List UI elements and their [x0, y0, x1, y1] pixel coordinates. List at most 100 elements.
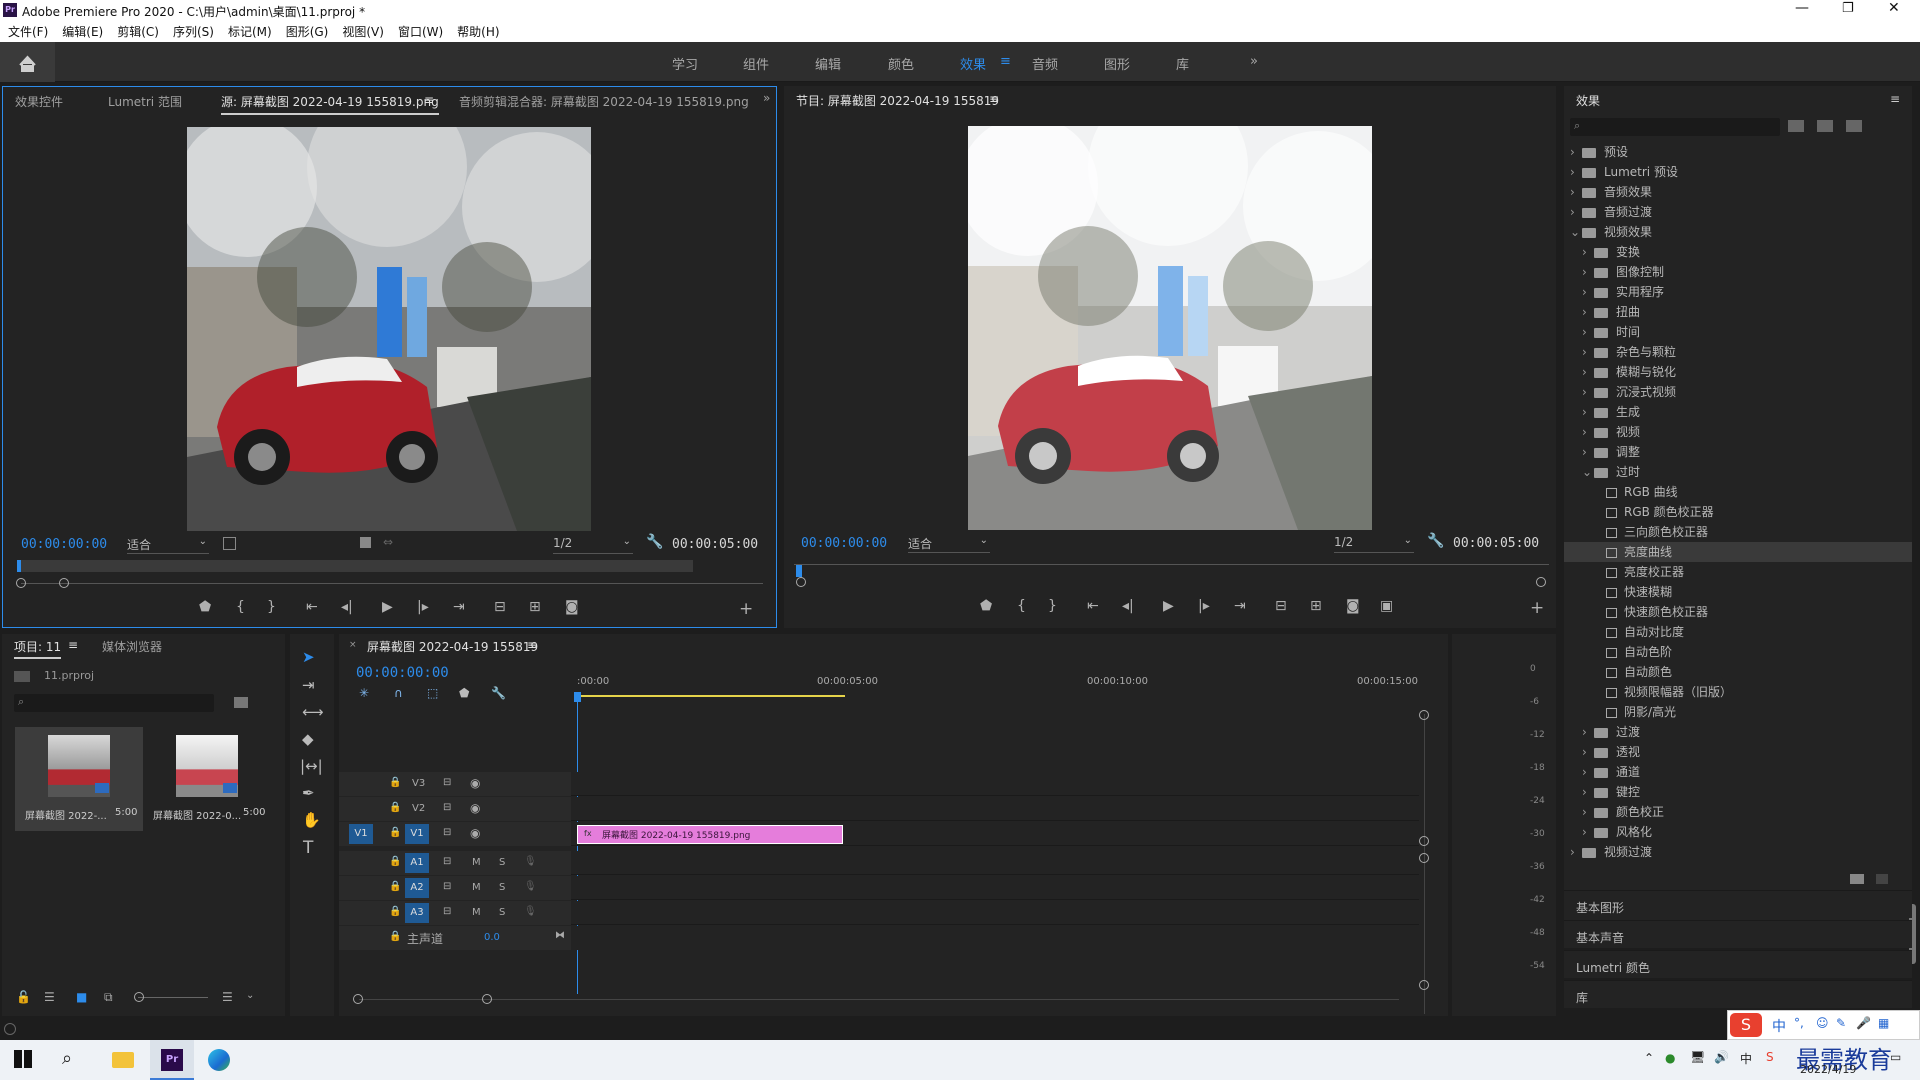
effects-tree-item[interactable]: › 扭曲 [1564, 302, 1912, 322]
sync-lock-icon[interactable]: ⊟ [443, 906, 451, 917]
effects-tree-item[interactable]: › 视频 [1564, 422, 1912, 442]
zoom-handle-right[interactable] [1536, 577, 1546, 587]
chevron-right-icon[interactable]: › [1582, 442, 1594, 462]
security-icon[interactable]: ● [1665, 1051, 1675, 1065]
solo-button[interactable]: S [499, 857, 505, 868]
sequence-timecode[interactable]: 00:00:00:00 [356, 665, 449, 681]
effects-tree-item[interactable]: 快速模糊 [1564, 582, 1912, 602]
list-view-icon[interactable]: ☰ [44, 990, 55, 1004]
close-tab-icon[interactable]: × [349, 640, 357, 650]
track-label[interactable]: A2 [405, 878, 429, 898]
overwrite-clip-icon[interactable]: ⊞ [529, 599, 541, 615]
track-a1[interactable]: 🔒 A1 ⊟ M S 🎙 [339, 851, 1419, 875]
chevron-right-icon[interactable]: › [1582, 362, 1594, 382]
sync-lock-icon[interactable]: ⊟ [443, 802, 451, 813]
menu-clip[interactable]: 剪辑(C) [109, 20, 165, 40]
menu-file[interactable]: 文件(F) [0, 20, 54, 40]
effects-tree-item[interactable]: › 风格化 [1564, 822, 1912, 842]
track-master[interactable]: 🔒 主声道 0.0 ⧓ [339, 926, 1419, 950]
add-marker-icon[interactable]: ⬟ [459, 686, 469, 700]
step-back-icon[interactable]: ◂| [341, 599, 353, 615]
track-v1[interactable]: V1 🔒 V1 ⊟ ◉ fx 屏幕截图 2022-04-19 155819.pn… [339, 822, 1419, 846]
effects-tree-item[interactable]: › 实用程序 [1564, 282, 1912, 302]
ime-indicator-icon[interactable]: 中 [1740, 1050, 1752, 1067]
lift-icon[interactable]: ⊟ [1275, 598, 1287, 614]
zoom-handle-left[interactable] [353, 994, 363, 1004]
add-button-icon[interactable]: + [739, 599, 753, 619]
32bit-effects-icon[interactable] [1817, 120, 1833, 132]
chevron-right-icon[interactable]: › [1582, 382, 1594, 402]
workspace-learn[interactable]: 学习 [672, 54, 698, 73]
effects-tree-item[interactable]: › 音频过渡 [1564, 202, 1912, 222]
zoom-handle-right[interactable] [59, 578, 69, 588]
snap-icon[interactable]: ∩ [394, 686, 403, 700]
nest-icon[interactable]: ✳ [359, 686, 369, 700]
track-select-tool-icon[interactable]: ⇥ [302, 676, 315, 694]
chevron-right-icon[interactable]: › [1582, 822, 1594, 842]
tab-program[interactable]: 节目: 屏幕截图 2022-04-19 155819 [796, 92, 999, 109]
effects-tree-item[interactable]: › 视频过渡 [1564, 842, 1912, 862]
step-back-icon[interactable]: ◂| [1122, 598, 1134, 614]
effects-tree-item[interactable]: ⌄ 过时 [1564, 462, 1912, 482]
menu-markers[interactable]: 标记(M) [220, 20, 278, 40]
effects-tree-item[interactable]: 亮度校正器 [1564, 562, 1912, 582]
panel-essential-sound[interactable]: 基本声音 [1564, 920, 1912, 948]
chevron-right-icon[interactable]: › [1570, 182, 1582, 202]
source-resolution-dropdown[interactable]: 1/2 ⌄ [553, 536, 633, 554]
show-hidden-icons-icon[interactable]: ⌃ [1644, 1051, 1654, 1065]
accelerated-effects-icon[interactable] [1788, 120, 1804, 132]
drag-video-icon[interactable]: ⇔ [383, 535, 393, 549]
workspace-graphics[interactable]: 图形 [1104, 54, 1130, 73]
solo-button[interactable]: S [499, 882, 505, 893]
step-forward-icon[interactable]: |▸ [1198, 598, 1210, 614]
insert-clip-icon[interactable]: ⊟ [494, 599, 506, 615]
lock-icon[interactable]: 🔒 [389, 906, 401, 917]
track-v2[interactable]: 🔒 V2 ⊟ ◉ [339, 797, 1419, 821]
chevron-right-icon[interactable]: › [1582, 302, 1594, 322]
solo-button[interactable]: S [499, 907, 505, 918]
chevron-right-icon[interactable]: › [1582, 402, 1594, 422]
effects-tree-item[interactable]: › 透视 [1564, 742, 1912, 762]
tab-source[interactable]: 源: 屏幕截图 2022-04-19 155819.png [221, 93, 439, 115]
go-to-out-icon[interactable]: ⇥ [453, 599, 465, 615]
program-fit-dropdown[interactable]: 适合 ⌄ [908, 535, 990, 553]
chevron-right-icon[interactable]: › [1582, 242, 1594, 262]
razor-tool-icon[interactable]: ◆ [302, 730, 314, 748]
menu-edit[interactable]: 编辑(E) [54, 20, 109, 40]
chevron-right-icon[interactable]: › [1582, 802, 1594, 822]
clock-date[interactable]: 2022/4/19 [1800, 1063, 1856, 1076]
menu-sequence[interactable]: 序列(S) [165, 20, 220, 40]
track-label[interactable]: A3 [405, 903, 429, 923]
effects-tree-item[interactable]: › 模糊与锐化 [1564, 362, 1912, 382]
project-search-input[interactable]: ⌕ [14, 694, 214, 712]
icon-view-icon[interactable]: ■ [76, 990, 87, 1004]
mark-in-icon[interactable]: { [236, 599, 245, 615]
freeform-view-icon[interactable]: ⧉ [104, 990, 113, 1005]
emoji-icon[interactable]: ☺ [1816, 1016, 1829, 1030]
chevron-right-icon[interactable]: › [1582, 262, 1594, 282]
premiere-taskbar-button[interactable]: Pr [150, 1040, 194, 1080]
sync-lock-icon[interactable]: ⊟ [443, 881, 451, 892]
wrench-icon[interactable]: 🔧 [646, 534, 663, 550]
chevron-down-icon[interactable]: ⌄ [246, 990, 254, 1001]
effects-tree-item[interactable]: RGB 曲线 [1564, 482, 1912, 502]
hand-tool-icon[interactable]: ✋ [302, 811, 321, 829]
notification-icon[interactable]: ▭ [1890, 1050, 1901, 1064]
settings-icon[interactable] [223, 537, 236, 550]
ripple-edit-tool-icon[interactable]: ⟷ [302, 703, 324, 721]
effects-tree-item[interactable]: 阴影/高光 [1564, 702, 1912, 722]
toolbox-icon[interactable]: ▦ [1878, 1016, 1889, 1030]
effects-search-input[interactable]: ⌕ [1570, 118, 1780, 136]
insert-icon[interactable] [360, 537, 371, 548]
track-label[interactable]: A1 [405, 853, 429, 873]
chevron-right-icon[interactable]: › [1570, 842, 1582, 862]
voice-over-icon[interactable]: 🎙 [524, 881, 537, 892]
camera-icon[interactable]: ◙ [565, 599, 579, 615]
wrench-icon[interactable]: 🔧 [491, 686, 506, 700]
effects-tree-item[interactable]: › 颜色校正 [1564, 802, 1912, 822]
tab-effect-controls[interactable]: 效果控件 [15, 93, 63, 110]
effects-tree-item[interactable]: › 时间 [1564, 322, 1912, 342]
extract-icon[interactable]: ⊞ [1310, 598, 1322, 614]
workspace-audio[interactable]: 音频 [1032, 54, 1058, 73]
effects-tree-item[interactable]: 亮度曲线 [1564, 542, 1912, 562]
